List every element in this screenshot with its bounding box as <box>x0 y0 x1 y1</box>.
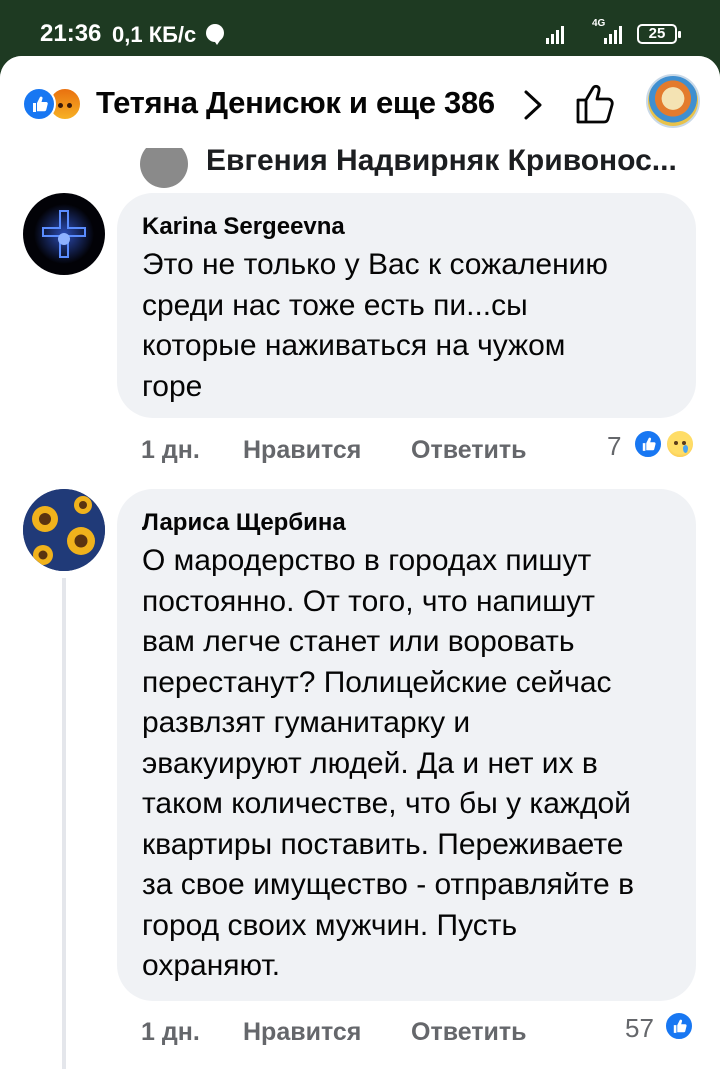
sunflower-icon <box>23 489 105 571</box>
blue-cross-icon <box>34 204 94 264</box>
comment-like-button[interactable]: Нравится <box>243 436 361 465</box>
comment-text: Это не только у Вас к сожалению среди на… <box>142 248 608 403</box>
comment-timestamp[interactable]: 1 дн. <box>141 1018 200 1047</box>
reactors-summary[interactable]: Тетяна Денисюк и еще 386 <box>96 85 495 121</box>
reactions-header: Тетяна Денисюк и еще 386 <box>0 56 720 148</box>
like-reaction-icon <box>633 429 663 459</box>
reaction-count: 57 <box>625 1013 654 1043</box>
status-net-speed: 0,1 КБ/с <box>112 22 197 47</box>
comment-reply-button[interactable]: Ответить <box>411 436 527 465</box>
comment-author-name[interactable]: Лариса Щербина <box>142 509 346 537</box>
previous-comment-author[interactable]: Евгения Надвирняк Кривонос... <box>206 144 677 178</box>
reaction-count: 7 <box>607 431 622 461</box>
comments-sheet: Тетяна Денисюк и еще 386 Евгения Надвирн… <box>0 56 720 1069</box>
reply-thread-line <box>62 578 66 1069</box>
status-bar: 21:36 0,1 КБ/с 4G 25 <box>0 0 720 62</box>
sad-reaction-icon <box>665 429 695 459</box>
like-button-icon[interactable] <box>572 80 620 128</box>
comment-author-avatar[interactable] <box>23 489 105 571</box>
comment-bubble[interactable]: Лариса Щербина О мародерство в городах п… <box>117 489 696 1001</box>
comment-like-button[interactable]: Нравится <box>243 1018 361 1047</box>
like-reaction-icon <box>22 87 56 121</box>
signal-4g-icon <box>604 24 628 44</box>
comment-timestamp[interactable]: 1 дн. <box>141 436 200 465</box>
battery-icon: 25 <box>637 24 681 44</box>
chevron-right-icon[interactable] <box>518 88 546 122</box>
reaction-icons[interactable] <box>22 87 92 121</box>
like-reaction-icon <box>664 1011 694 1041</box>
page-avatar[interactable] <box>646 74 700 128</box>
battery-level: 25 <box>648 25 666 42</box>
status-time: 21:36 <box>40 20 102 47</box>
comment-author-name[interactable]: Karina Sergeevna <box>142 213 345 241</box>
comment-bubble[interactable]: Karina Sergeevna Это не только у Вас к с… <box>117 193 696 418</box>
comment-author-avatar[interactable] <box>23 193 105 275</box>
comment-reply-button[interactable]: Ответить <box>411 1018 527 1047</box>
messenger-notification-icon <box>206 24 224 45</box>
comment-text: О мародерство в городах пишут постоянно.… <box>142 544 635 982</box>
signal-icon <box>546 24 570 44</box>
